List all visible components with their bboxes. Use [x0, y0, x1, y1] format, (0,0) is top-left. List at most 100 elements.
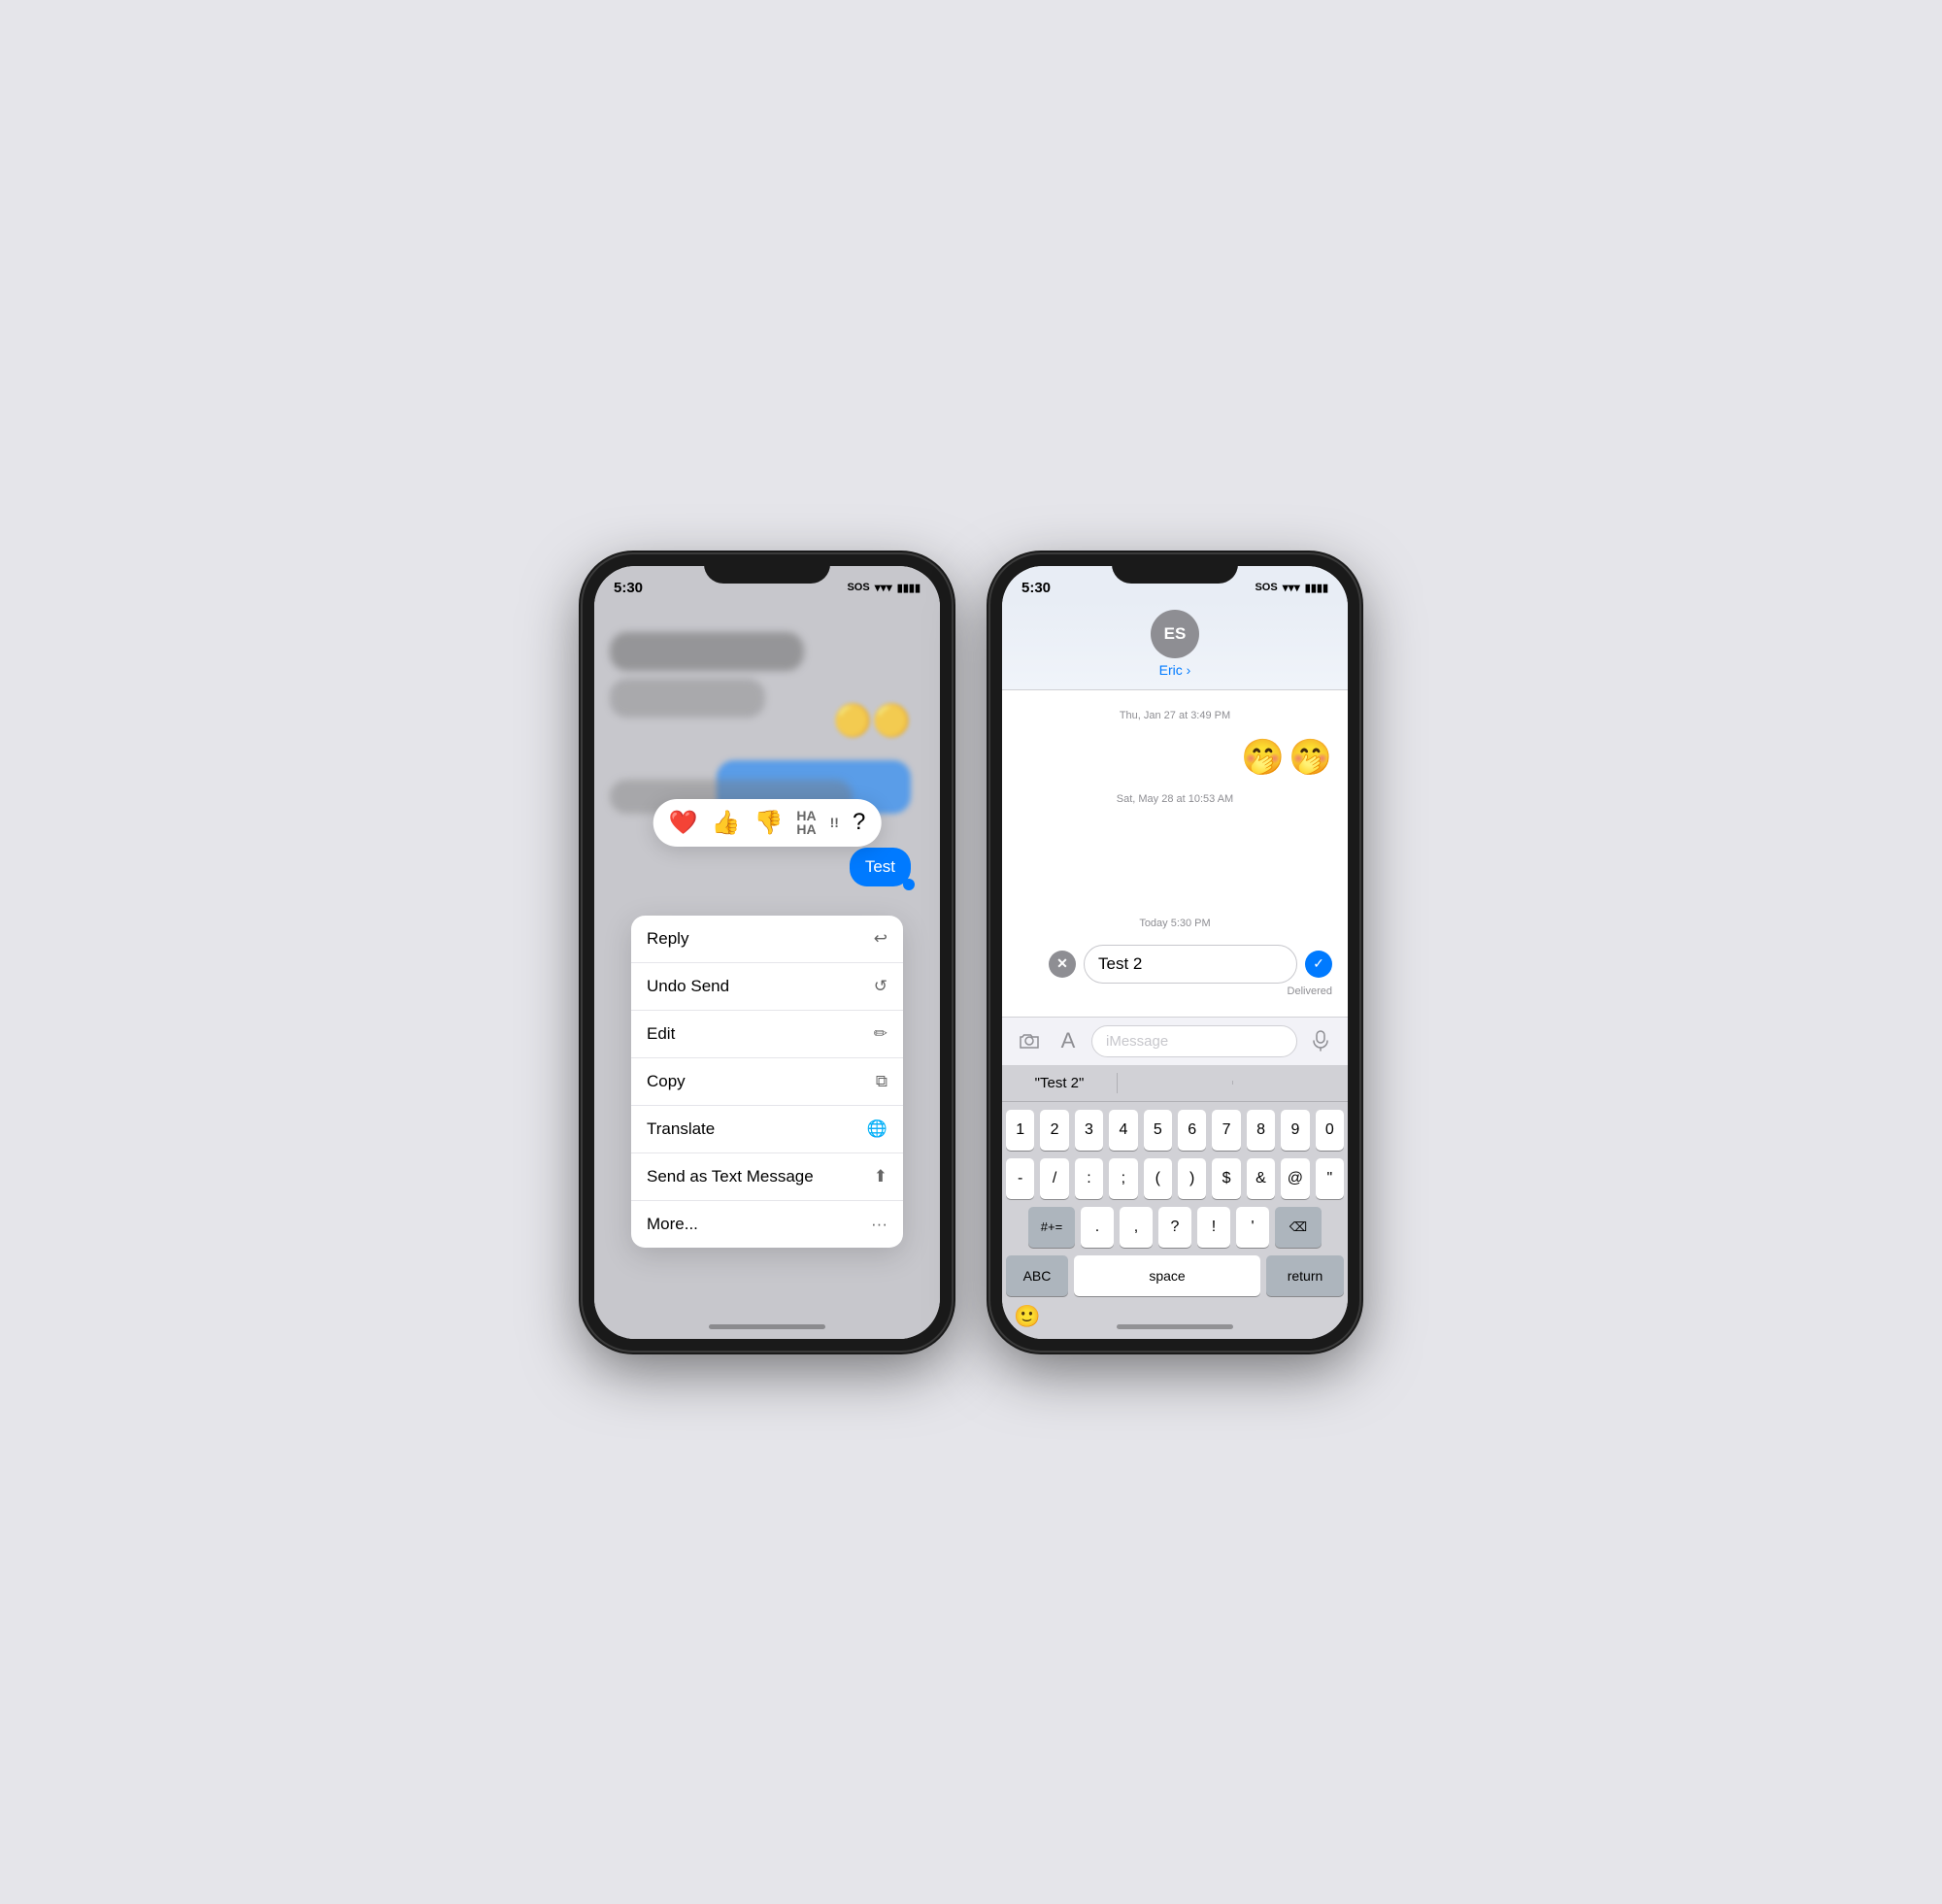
key-open-paren[interactable]: ( — [1144, 1158, 1172, 1199]
menu-translate-label: Translate — [647, 1119, 715, 1139]
key-period[interactable]: . — [1081, 1207, 1114, 1248]
predictive-word-2[interactable] — [1118, 1081, 1233, 1085]
menu-edit[interactable]: Edit ✏ — [631, 1011, 903, 1058]
menu-edit-label: Edit — [647, 1024, 675, 1044]
key-at[interactable]: @ — [1281, 1158, 1309, 1199]
menu-copy-label: Copy — [647, 1072, 686, 1091]
menu-reply[interactable]: Reply ↩ — [631, 916, 903, 963]
more-icon: ··· — [871, 1215, 887, 1234]
react-exclaim[interactable]: !! — [830, 816, 839, 829]
key-hashtag[interactable]: #+= — [1028, 1207, 1075, 1248]
key-1[interactable]: 1 — [1006, 1110, 1034, 1151]
react-question[interactable]: ? — [853, 809, 865, 836]
input-bar: A iMessage — [1002, 1017, 1348, 1065]
key-apostrophe[interactable]: ' — [1236, 1207, 1269, 1248]
key-return[interactable]: return — [1266, 1255, 1344, 1296]
notch-right — [1112, 554, 1238, 584]
wifi-icon: ▾▾▾ — [875, 581, 892, 594]
timestamp-first: Thu, Jan 27 at 3:49 PM — [1018, 710, 1332, 721]
key-colon[interactable]: : — [1075, 1158, 1103, 1199]
key-9[interactable]: 9 — [1281, 1110, 1309, 1151]
emoji-message-row: 🤭 🤭 — [1018, 737, 1332, 778]
predictive-text-bar[interactable]: "Test 2" — [1002, 1065, 1348, 1102]
edit-icon: ✏ — [874, 1024, 887, 1044]
emoji-1: 🤭 — [1241, 737, 1285, 778]
status-icons: SOS ▾▾▾ ▮▮▮▮ — [847, 581, 921, 594]
camera-button[interactable] — [1014, 1025, 1045, 1056]
menu-reply-label: Reply — [647, 929, 688, 949]
edit-message-bubble[interactable]: Test 2 — [1084, 945, 1297, 984]
key-ampersand[interactable]: & — [1247, 1158, 1275, 1199]
key-5[interactable]: 5 — [1144, 1110, 1172, 1151]
right-screen: 5:30 SOS ▾▾▾ ▮▮▮▮ ES Eric Thu, Jan 27 at… — [1002, 566, 1348, 1339]
react-thumbsup[interactable]: 👍 — [712, 809, 741, 837]
mic-button[interactable] — [1305, 1025, 1336, 1056]
key-slash[interactable]: / — [1040, 1158, 1068, 1199]
menu-send-as-text[interactable]: Send as Text Message ⬆ — [631, 1153, 903, 1201]
reaction-bar[interactable]: ❤️ 👍 👎 HAHA !! ? — [653, 799, 882, 847]
keyboard: 1 2 3 4 5 6 7 8 9 0 - / : ; ( — [1002, 1102, 1348, 1339]
contact-name[interactable]: Eric — [1018, 662, 1332, 678]
react-thumbsdown[interactable]: 👎 — [753, 809, 783, 837]
translate-icon: 🌐 — [867, 1119, 887, 1139]
message-input[interactable]: iMessage — [1091, 1025, 1297, 1057]
right-battery-icon: ▮▮▮▮ — [1305, 582, 1328, 594]
timestamp-second: Sat, May 28 at 10:53 AM — [1018, 793, 1332, 805]
keyboard-row-symbols: - / : ; ( ) $ & @ " — [1006, 1158, 1344, 1199]
menu-more[interactable]: More... ··· — [631, 1201, 903, 1248]
right-phone: 5:30 SOS ▾▾▾ ▮▮▮▮ ES Eric Thu, Jan 27 at… — [990, 554, 1359, 1351]
cancel-edit-button[interactable]: ✕ — [1049, 951, 1076, 978]
key-2[interactable]: 2 — [1040, 1110, 1068, 1151]
key-7[interactable]: 7 — [1212, 1110, 1240, 1151]
key-comma[interactable]: , — [1120, 1207, 1153, 1248]
emoji-2: 🤭 — [1289, 737, 1332, 778]
react-heart[interactable]: ❤️ — [669, 809, 698, 837]
key-0[interactable]: 0 — [1316, 1110, 1344, 1151]
confirm-edit-button[interactable]: ✓ — [1305, 951, 1332, 978]
menu-undo-send[interactable]: Undo Send ↺ — [631, 963, 903, 1011]
key-quote[interactable]: " — [1316, 1158, 1344, 1199]
key-dash[interactable]: - — [1006, 1158, 1034, 1199]
menu-translate[interactable]: Translate 🌐 — [631, 1106, 903, 1153]
key-3[interactable]: 3 — [1075, 1110, 1103, 1151]
predictive-word-1[interactable]: "Test 2" — [1002, 1073, 1118, 1093]
home-indicator — [709, 1324, 825, 1329]
menu-copy[interactable]: Copy ⧉ — [631, 1058, 903, 1106]
copy-icon: ⧉ — [876, 1072, 887, 1091]
delivered-status: Delivered — [1018, 985, 1332, 997]
key-abc[interactable]: ABC — [1006, 1255, 1068, 1296]
right-wifi-icon: ▾▾▾ — [1283, 581, 1300, 594]
key-semicolon[interactable]: ; — [1109, 1158, 1137, 1199]
key-6[interactable]: 6 — [1178, 1110, 1206, 1151]
key-close-paren[interactable]: ) — [1178, 1158, 1206, 1199]
keyboard-bottom-row: ABC space return — [1006, 1255, 1344, 1296]
reply-icon: ↩ — [874, 929, 887, 949]
key-exclaim[interactable]: ! — [1197, 1207, 1230, 1248]
edit-bubble-container: ✕ Test 2 ✓ Delivered — [1018, 945, 1332, 997]
notch — [704, 554, 830, 584]
key-space[interactable]: space — [1074, 1255, 1260, 1296]
sos-indicator: SOS — [847, 582, 869, 593]
keyboard-row-3: #+= . , ? ! ' ⌫ — [1006, 1207, 1344, 1248]
key-dollar[interactable]: $ — [1212, 1158, 1240, 1199]
effects-button[interactable]: A — [1053, 1025, 1084, 1056]
left-screen: 5:30 SOS ▾▾▾ ▮▮▮▮ 🟡🟡 ❤️ 👍 👎 HAHA — [594, 566, 940, 1339]
right-time-display: 5:30 — [1021, 580, 1051, 596]
key-8[interactable]: 8 — [1247, 1110, 1275, 1151]
key-delete[interactable]: ⌫ — [1275, 1207, 1322, 1248]
right-status-icons: SOS ▾▾▾ ▮▮▮▮ — [1255, 581, 1328, 594]
react-haha[interactable]: HAHA — [796, 809, 816, 836]
key-question[interactable]: ? — [1158, 1207, 1191, 1248]
emoji-keyboard-button[interactable]: 🙂 — [1014, 1304, 1040, 1329]
keyboard-row-numbers: 1 2 3 4 5 6 7 8 9 0 — [1006, 1110, 1344, 1151]
contact-avatar: ES — [1151, 610, 1199, 658]
predictive-word-3[interactable] — [1233, 1081, 1348, 1085]
menu-undo-label: Undo Send — [647, 977, 729, 996]
battery-icon: ▮▮▮▮ — [897, 582, 921, 594]
undo-icon: ↺ — [874, 977, 887, 996]
context-menu: Reply ↩ Undo Send ↺ Edit ✏ Copy ⧉ Transl… — [631, 916, 903, 1248]
bg-emoji: 🟡🟡 — [833, 702, 911, 739]
right-sos: SOS — [1255, 582, 1277, 593]
contact-header[interactable]: ES Eric — [1002, 600, 1348, 690]
key-4[interactable]: 4 — [1109, 1110, 1137, 1151]
